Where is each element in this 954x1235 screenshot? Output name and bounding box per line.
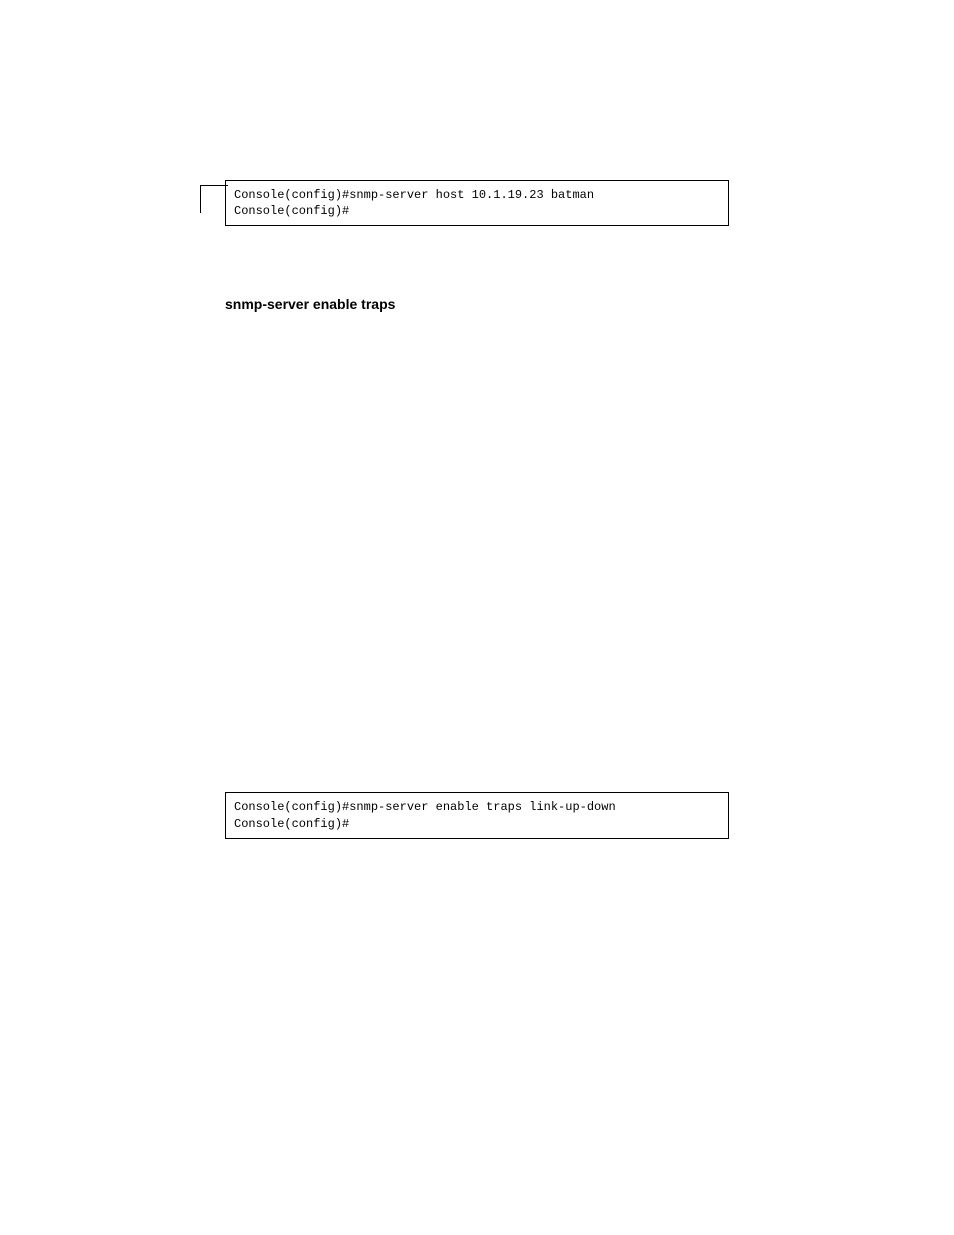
code-line: Console(config)#snmp-server host 10.1.19…: [234, 188, 594, 202]
code-line: Console(config)#snmp-server enable traps…: [234, 800, 616, 814]
crop-mark: [200, 185, 228, 213]
code-block-snmp-enable-traps: Console(config)#snmp-server enable traps…: [225, 792, 729, 838]
code-line: Console(config)#: [234, 204, 349, 218]
code-line: Console(config)#: [234, 817, 349, 831]
section-heading-snmp-enable-traps: snmp-server enable traps: [225, 296, 729, 312]
content-gap: [225, 312, 729, 792]
code-block-snmp-host: Console(config)#snmp-server host 10.1.19…: [225, 180, 729, 226]
page-container: Console(config)#snmp-server host 10.1.19…: [0, 0, 954, 899]
